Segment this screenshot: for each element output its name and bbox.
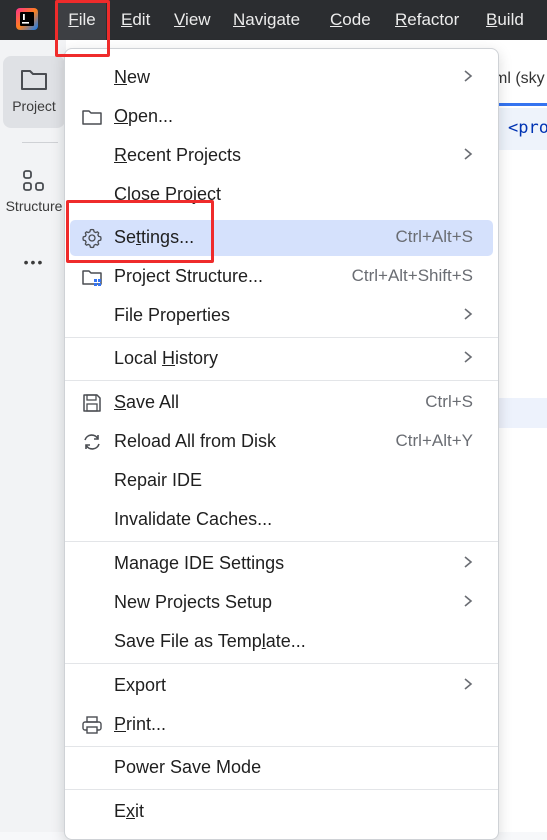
menu-item-open[interactable]: Open... — [70, 99, 493, 135]
menu-item-new-projects-setup[interactable]: New Projects Setup — [70, 585, 493, 621]
save-icon — [83, 394, 101, 412]
menu-separator — [65, 746, 498, 747]
menu-separator — [65, 541, 498, 542]
project-tool-button[interactable]: Project — [3, 56, 65, 128]
chevron-right-icon — [464, 148, 473, 160]
project-structure-shortcut: Ctrl+Alt+Shift+S — [351, 266, 473, 285]
file-menu-annotation-box — [55, 0, 110, 57]
menu-view[interactable]: View — [174, 0, 211, 40]
folder-icon — [82, 110, 102, 125]
code-line-highlight — [496, 398, 547, 428]
chevron-right-icon — [464, 595, 473, 607]
menu-build[interactable]: Build — [486, 0, 524, 40]
code-line-text: <pro — [508, 118, 547, 138]
active-tab-indicator — [494, 103, 547, 106]
menu-item-export[interactable]: Export — [70, 668, 493, 704]
reload-icon — [84, 434, 100, 450]
menu-item-project-structure[interactable]: Project Structure... Ctrl+Alt+Shift+S — [70, 259, 493, 295]
menu-separator — [65, 663, 498, 664]
menu-item-recent-projects[interactable]: Recent Projects — [70, 138, 493, 174]
editor-tab-title[interactable]: ml (sky — [494, 70, 545, 88]
project-tool-label: Project — [12, 98, 56, 114]
tool-window-strip: Project Structure ••• — [0, 40, 66, 832]
menu-refactor[interactable]: Refactor — [395, 0, 459, 40]
menu-separator — [65, 789, 498, 790]
menu-separator — [65, 380, 498, 381]
menu-item-power-save-mode[interactable]: Power Save Mode — [70, 750, 493, 786]
folder-icon — [21, 70, 47, 90]
menu-item-file-properties[interactable]: File Properties — [70, 298, 493, 334]
more-tool-windows-button[interactable]: ••• — [3, 254, 65, 282]
menu-item-exit[interactable]: Exit — [70, 794, 493, 830]
menu-item-save-as-template[interactable]: Save File as Template... — [70, 624, 493, 660]
menu-navigate[interactable]: Navigate — [233, 0, 300, 40]
menu-separator — [65, 337, 498, 338]
menu-edit[interactable]: Edit — [121, 0, 150, 40]
menu-code[interactable]: Code — [330, 0, 371, 40]
chevron-right-icon — [464, 70, 473, 82]
menu-item-save-all[interactable]: Save All Ctrl+S — [70, 385, 493, 421]
chevron-right-icon — [464, 678, 473, 690]
project-structure-icon — [82, 270, 102, 286]
settings-shortcut: Ctrl+Alt+S — [395, 227, 473, 246]
menu-item-reload-all[interactable]: Reload All from Disk Ctrl+Alt+Y — [70, 424, 493, 460]
file-menu-dropdown: New Open... Recent Projects Close Projec… — [64, 48, 499, 840]
menu-item-invalidate-caches[interactable]: Invalidate Caches... — [70, 502, 493, 538]
menu-item-new[interactable]: New — [70, 60, 493, 96]
settings-annotation-box — [66, 200, 214, 263]
tool-strip-divider — [22, 142, 58, 143]
printer-icon — [82, 716, 102, 734]
save-all-shortcut: Ctrl+S — [425, 392, 473, 411]
structure-tool-button[interactable]: Structure — [3, 164, 65, 228]
intellij-logo-icon[interactable] — [14, 6, 40, 32]
menu-item-manage-ide-settings[interactable]: Manage IDE Settings — [70, 546, 493, 582]
reload-shortcut: Ctrl+Alt+Y — [395, 431, 473, 450]
menu-item-local-history[interactable]: Local History — [70, 341, 493, 377]
chevron-right-icon — [464, 556, 473, 568]
structure-tool-label: Structure — [5, 198, 63, 214]
chevron-right-icon — [464, 308, 473, 320]
structure-icon — [23, 170, 44, 191]
menu-item-print[interactable]: Print... — [70, 707, 493, 743]
more-dots-icon: ••• — [23, 254, 45, 270]
chevron-right-icon — [464, 351, 473, 363]
menu-item-repair-ide[interactable]: Repair IDE — [70, 463, 493, 499]
